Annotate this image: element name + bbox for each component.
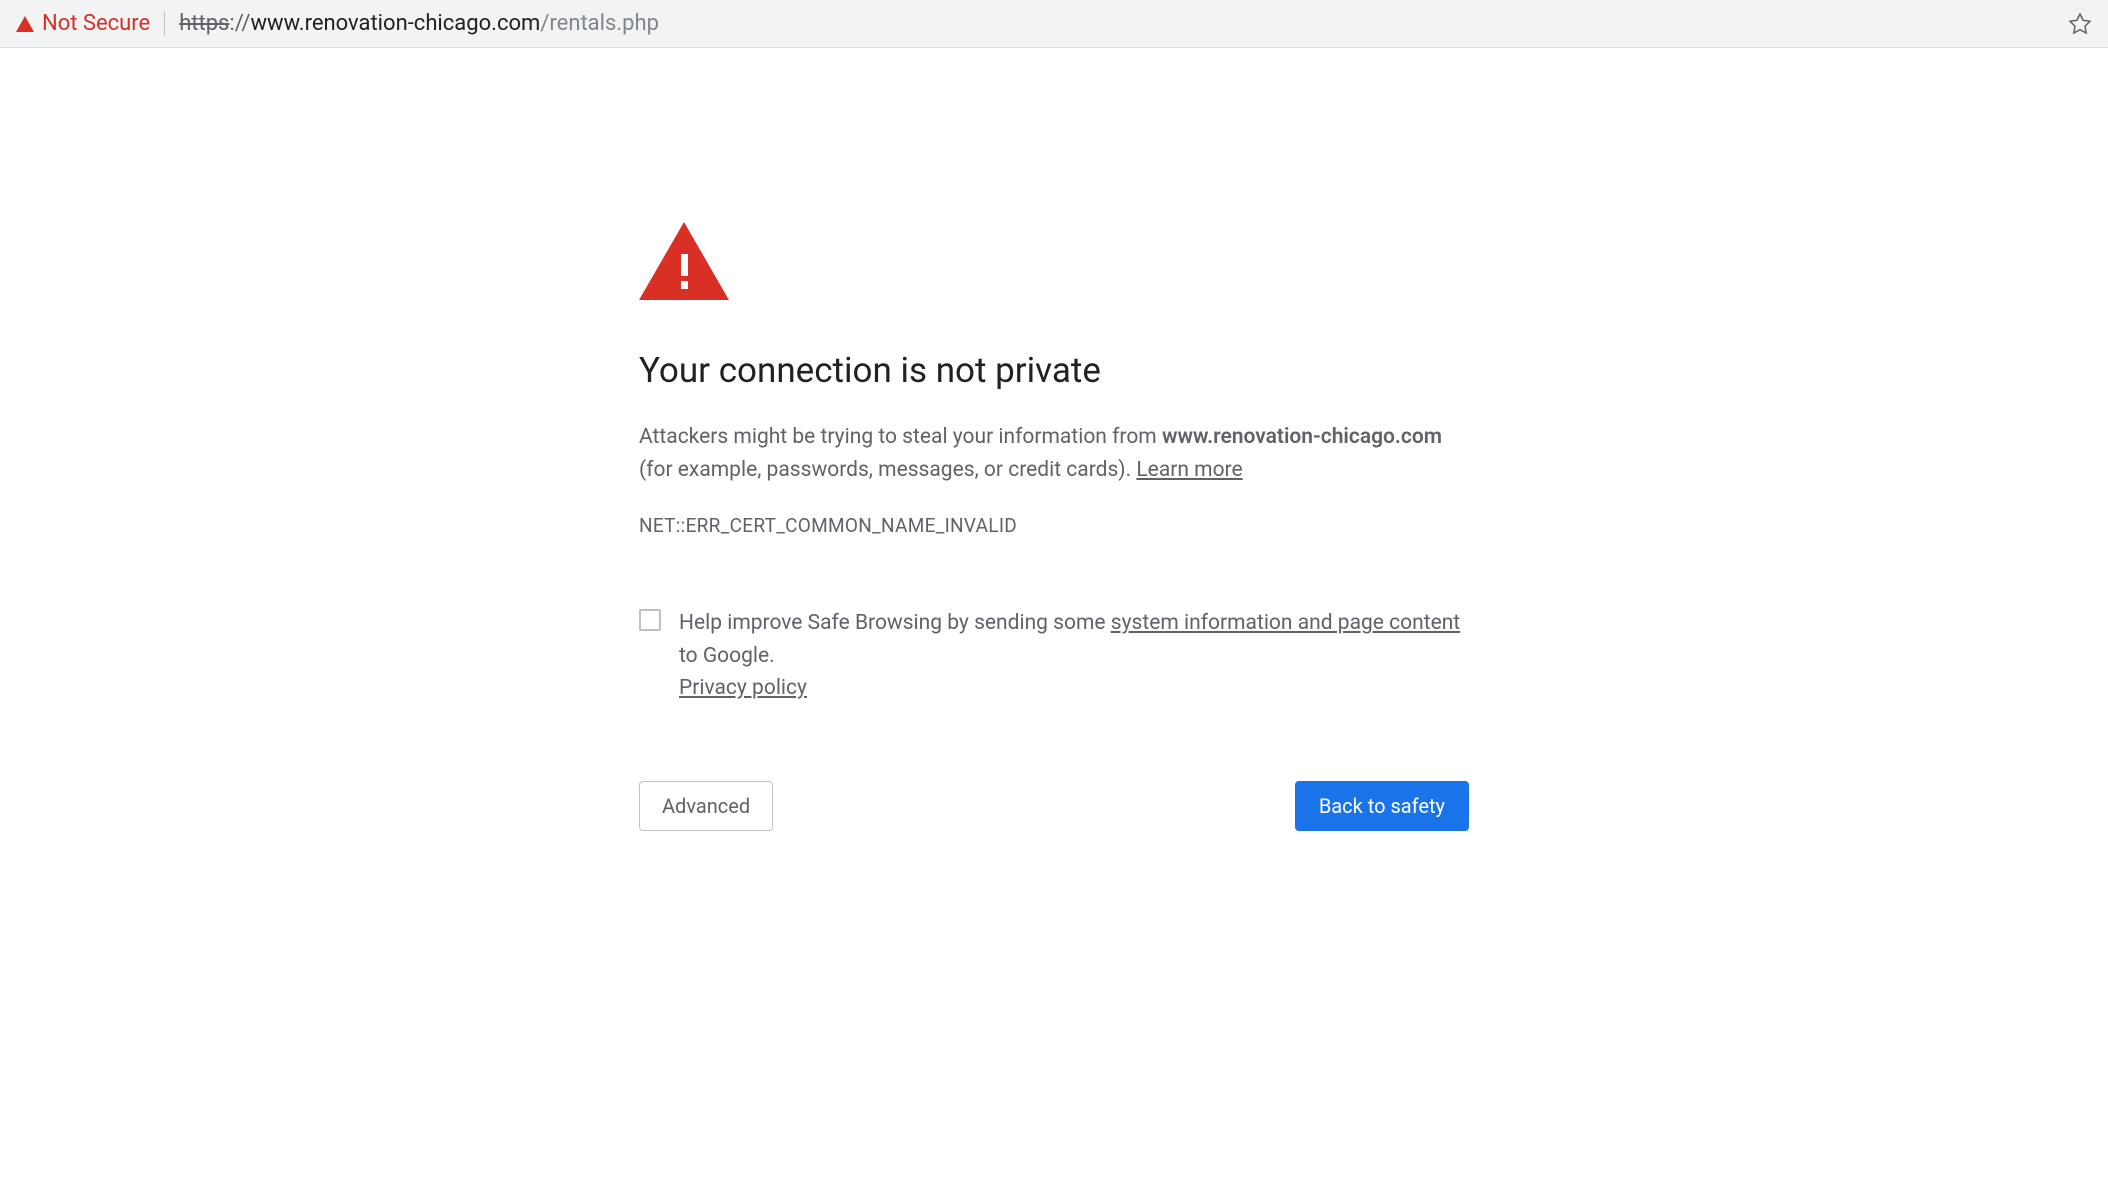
security-indicator[interactable]: Not Secure: [16, 11, 165, 36]
warning-icon: [16, 16, 34, 32]
opt-in-suffix: to Google.: [679, 644, 775, 668]
url-scheme: https: [179, 11, 229, 36]
advanced-button[interactable]: Advanced: [639, 781, 773, 831]
url-host: www.renovation-chicago.com: [251, 11, 541, 36]
url-separator: ://: [229, 11, 250, 36]
security-interstitial: Your connection is not private Attackers…: [639, 222, 1469, 1188]
warning-description: Attackers might be trying to steal your …: [639, 421, 1469, 486]
page-title: Your connection is not private: [639, 350, 1469, 391]
address-bar: Not Secure https://www.renovation-chicag…: [0, 0, 2108, 48]
error-code: NET::ERR_CERT_COMMON_NAME_INVALID: [639, 514, 1469, 537]
back-to-safety-button[interactable]: Back to safety: [1295, 781, 1469, 831]
system-info-link[interactable]: system information and page content: [1111, 611, 1460, 635]
safe-browsing-opt-in: Help improve Safe Browsing by sending so…: [639, 607, 1469, 705]
desc-host: www.renovation-chicago.com: [1162, 425, 1442, 449]
bookmark-star-icon[interactable]: [2068, 12, 2092, 36]
learn-more-link[interactable]: Learn more: [1136, 458, 1242, 482]
opt-in-text: Help improve Safe Browsing by sending so…: [679, 607, 1469, 705]
content-area: Your connection is not private Attackers…: [0, 48, 2108, 1188]
security-label: Not Secure: [42, 11, 150, 36]
opt-in-prefix: Help improve Safe Browsing by sending so…: [679, 611, 1111, 635]
warning-triangle-icon: [639, 222, 729, 300]
desc-suffix: (for example, passwords, messages, or cr…: [639, 458, 1136, 482]
privacy-policy-link[interactable]: Privacy policy: [679, 676, 807, 700]
url-display[interactable]: https://www.renovation-chicago.com/renta…: [179, 11, 2068, 36]
url-path: /rentals.php: [540, 11, 659, 36]
button-row: Advanced Back to safety: [639, 781, 1469, 831]
desc-prefix: Attackers might be trying to steal your …: [639, 425, 1162, 449]
opt-in-checkbox[interactable]: [639, 609, 661, 631]
